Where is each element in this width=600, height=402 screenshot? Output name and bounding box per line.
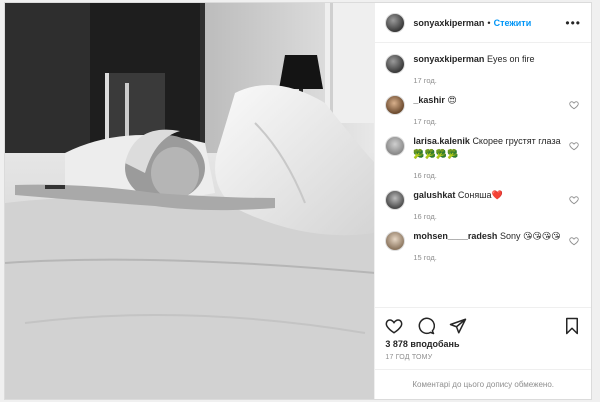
post-header: sonyaxkiperman • Стежити ••• (375, 3, 591, 43)
comment-username[interactable]: _kashir (413, 95, 445, 105)
comment-item: mohsen____radesh Sony 😘😘😘😘 15 год. (385, 230, 581, 264)
more-options-icon[interactable]: ••• (565, 16, 581, 30)
comment-like-heart-icon[interactable] (569, 195, 579, 205)
comments-list[interactable]: sonyaxkiperman Eyes on fire 17 год. _kas… (375, 43, 591, 307)
author-username[interactable]: sonyaxkiperman (413, 18, 484, 28)
comment-text: 😍 (447, 95, 457, 105)
comment-item: galushkat Соняша❤️ 16 год. (385, 189, 581, 223)
comment-time[interactable]: 16 год. (413, 169, 573, 182)
bookmark-icon[interactable] (563, 317, 581, 335)
header-separator: • (487, 17, 491, 28)
comment-item: _kashir 😍 17 год. (385, 94, 581, 128)
follow-button[interactable]: Стежити (494, 18, 532, 28)
caption-avatar[interactable] (385, 54, 406, 74)
comment-like-heart-icon[interactable] (569, 100, 579, 110)
post-timestamp[interactable]: 17 ГОД ТОМУ (375, 351, 591, 369)
comment-avatar[interactable] (385, 231, 406, 251)
comment-avatar[interactable] (385, 136, 406, 156)
comment-text: Sony 😘😘😘😘 (499, 231, 561, 241)
comment-text: Соняша❤️ (457, 190, 503, 200)
comment-time[interactable]: 15 год. (413, 251, 573, 264)
caption: sonyaxkiperman Eyes on fire 17 год. (385, 53, 581, 87)
post-photo-graphic (5, 3, 375, 399)
comment-time[interactable]: 16 год. (413, 210, 573, 223)
instagram-post: sonyaxkiperman • Стежити ••• sonyaxkiper… (4, 2, 592, 400)
comment-username[interactable]: mohsen____radesh (413, 231, 497, 241)
likes-count[interactable]: 3 878 вподобань (375, 337, 591, 351)
comment-username[interactable]: larisa.kalenik (413, 136, 470, 146)
post-side-panel: sonyaxkiperman • Стежити ••• sonyaxkiper… (374, 3, 591, 399)
post-photo[interactable] (5, 3, 375, 399)
heart-outline-icon[interactable] (385, 317, 403, 335)
comments-restricted-notice: Коментарі до цього допису обмежено. (375, 369, 591, 399)
caption-username[interactable]: sonyaxkiperman (413, 54, 484, 64)
comment-bubble-icon[interactable] (417, 317, 436, 335)
caption-time[interactable]: 17 год. (413, 74, 573, 87)
caption-text: Eyes on fire (486, 54, 535, 64)
comment-avatar[interactable] (385, 95, 406, 115)
comment-like-heart-icon[interactable] (569, 236, 579, 246)
comment-item: larisa.kalenik Скорее грустят глаза 🥦🥦🥦🥦… (385, 135, 581, 182)
comment-username[interactable]: galushkat (413, 190, 455, 200)
comment-time[interactable]: 17 год. (413, 115, 573, 128)
author-avatar[interactable] (385, 12, 406, 33)
comment-like-heart-icon[interactable] (569, 141, 579, 151)
post-actions-bar (375, 307, 591, 337)
comment-avatar[interactable] (385, 190, 406, 210)
paper-plane-icon[interactable] (449, 317, 467, 335)
